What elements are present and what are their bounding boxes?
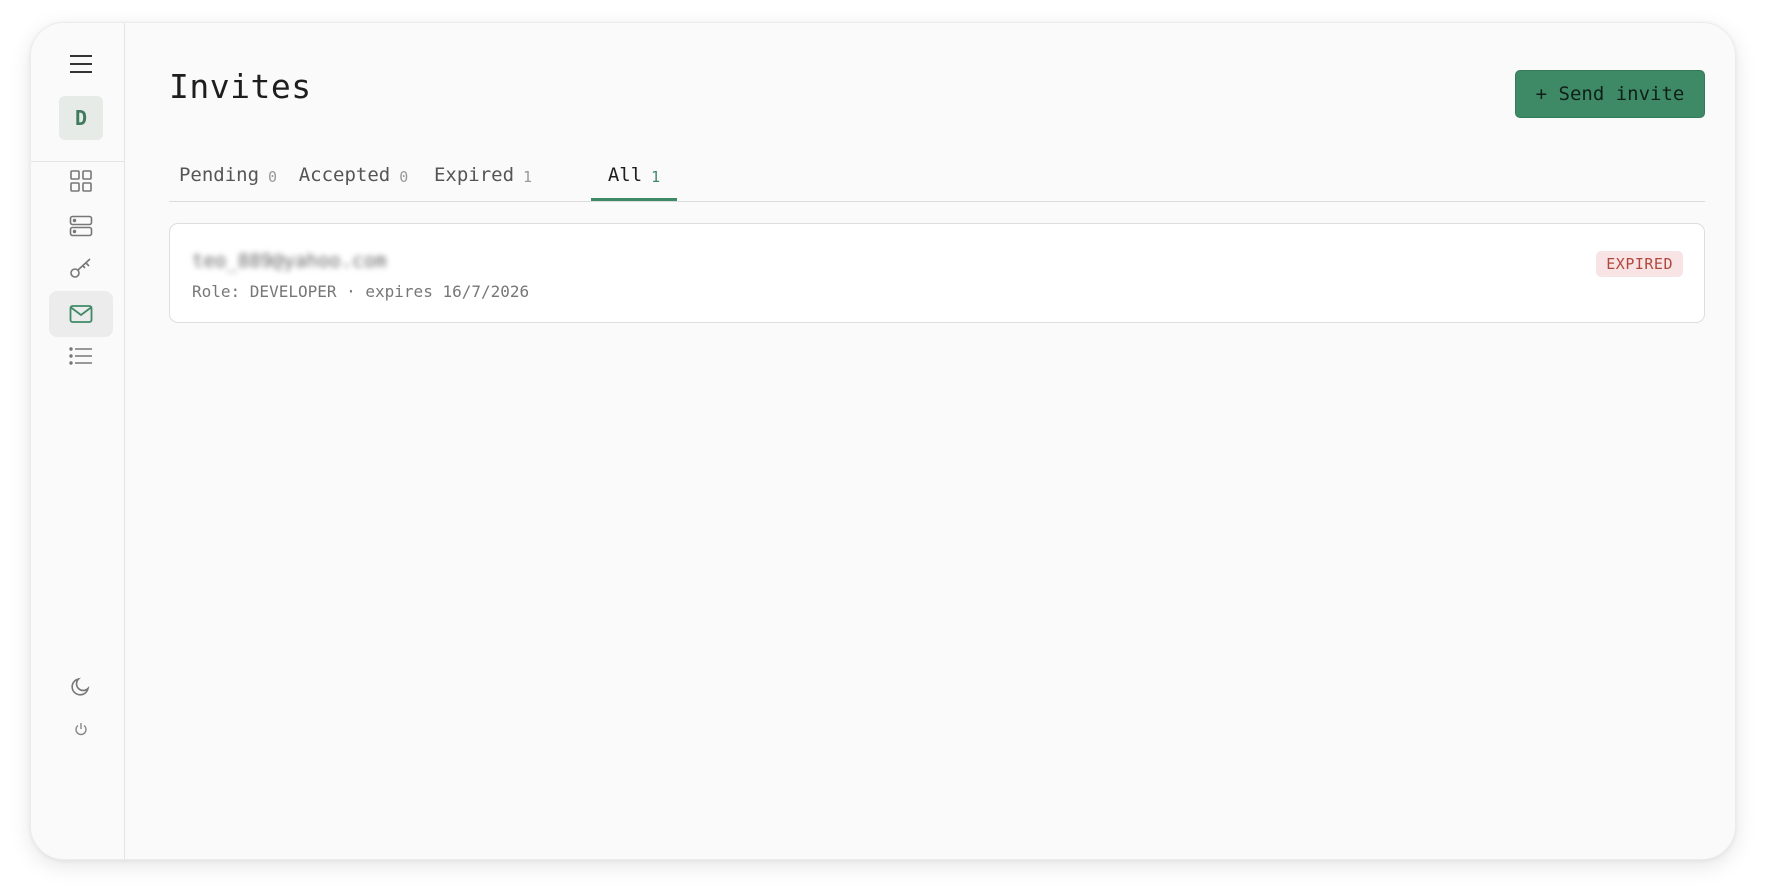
sidebar: D — [31, 23, 125, 859]
tab-count: 1 — [523, 168, 533, 186]
tab-label: Pending — [178, 164, 260, 186]
menu-button[interactable] — [49, 41, 113, 87]
invite-email: teo_889@yahoo.com — [192, 250, 387, 272]
tab-expired[interactable]: Expired 1 — [420, 161, 546, 201]
tab-accepted[interactable]: Accepted 0 — [287, 161, 420, 201]
sidebar-item-servers[interactable] — [49, 203, 113, 249]
logout-button[interactable] — [49, 706, 113, 752]
moon-icon — [71, 677, 90, 696]
grid-icon — [70, 170, 92, 192]
tab-bar: Pending 0 Accepted 0 Expired 1 All 1 — [169, 161, 1705, 202]
key-icon — [70, 258, 91, 278]
server-icon — [69, 215, 93, 237]
app-window: D Invites + Send invite Pending 0 Accept… — [30, 22, 1736, 860]
sidebar-item-invites[interactable] — [49, 291, 113, 337]
sidebar-item-dashboard[interactable] — [49, 158, 113, 204]
status-badge: EXPIRED — [1596, 251, 1683, 277]
tab-pending[interactable]: Pending 0 — [169, 161, 287, 201]
page-title: Invites — [169, 67, 312, 106]
tab-label: Expired — [433, 164, 515, 186]
avatar[interactable]: D — [59, 96, 103, 140]
tab-count: 1 — [651, 168, 661, 186]
tab-all[interactable]: All 1 — [591, 161, 677, 201]
tab-count: 0 — [399, 168, 409, 186]
sidebar-item-keys[interactable] — [49, 245, 113, 291]
theme-toggle-button[interactable] — [49, 663, 113, 709]
invite-meta: Role: DEVELOPER · expires 16/7/2026 — [192, 282, 530, 301]
tab-label: All — [607, 164, 643, 186]
tab-count: 0 — [268, 168, 278, 186]
sidebar-item-logs[interactable] — [49, 333, 113, 379]
list-icon — [69, 347, 92, 365]
tab-label: Accepted — [298, 164, 391, 186]
power-icon — [75, 723, 87, 736]
menu-icon — [70, 55, 92, 73]
invite-card[interactable]: teo_889@yahoo.com Role: DEVELOPER · expi… — [169, 223, 1705, 323]
send-invite-button[interactable]: + Send invite — [1515, 70, 1705, 118]
mail-icon — [69, 305, 93, 323]
